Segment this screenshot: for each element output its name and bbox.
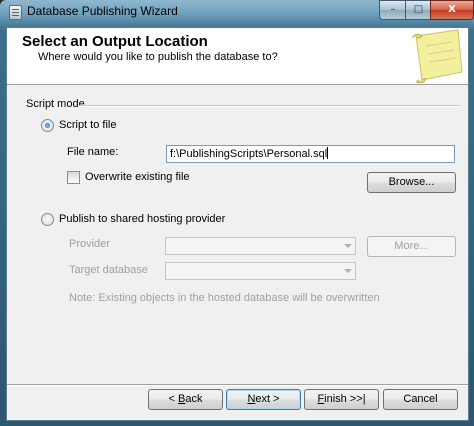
more-button[interactable]: More... bbox=[367, 236, 456, 257]
database-wizard-icon bbox=[9, 5, 22, 20]
text-caret bbox=[327, 147, 329, 159]
target-database-label: Target database bbox=[69, 264, 148, 276]
target-database-dropdown[interactable] bbox=[165, 262, 356, 280]
script-to-file-label[interactable]: Script to file bbox=[59, 119, 116, 131]
minimize-button[interactable]: – bbox=[379, 0, 407, 20]
hosting-provider-radio[interactable] bbox=[41, 213, 54, 226]
page-subtitle: Where would you like to publish the data… bbox=[38, 51, 278, 63]
file-name-value: f:\PublishingScripts\Personal.sql bbox=[170, 148, 328, 160]
window-title: Database Publishing Wizard bbox=[27, 4, 178, 18]
overwrite-checkbox[interactable] bbox=[67, 171, 80, 184]
back-prefix: < bbox=[168, 393, 178, 405]
file-name-input[interactable]: f:\PublishingScripts\Personal.sql bbox=[166, 145, 455, 163]
group-divider bbox=[79, 105, 459, 107]
back-rest: ack bbox=[185, 393, 203, 405]
finish-rest: inish >>| bbox=[324, 393, 366, 405]
wizard-window: Database Publishing Wizard – □ X Select … bbox=[0, 0, 474, 426]
title-bar[interactable]: Database Publishing Wizard – □ X bbox=[0, 0, 474, 24]
chevron-down-icon bbox=[344, 244, 352, 248]
overwrite-label[interactable]: Overwrite existing file bbox=[85, 171, 190, 183]
hosting-provider-label[interactable]: Publish to shared hosting provider bbox=[59, 213, 225, 225]
page-title: Select an Output Location bbox=[22, 33, 208, 50]
script-mode-group-label: Script mode bbox=[26, 98, 89, 110]
footer-divider bbox=[7, 384, 468, 386]
wizard-header: Select an Output Location Where would yo… bbox=[7, 28, 468, 85]
next-rest: ext > bbox=[255, 393, 280, 405]
next-button[interactable]: Next > bbox=[226, 389, 301, 410]
back-button[interactable]: < Back bbox=[148, 389, 223, 410]
cancel-button[interactable]: Cancel bbox=[383, 389, 458, 410]
maximize-button[interactable]: □ bbox=[405, 0, 432, 20]
overwrite-note: Note: Existing objects in the hosted dat… bbox=[69, 292, 380, 304]
close-button[interactable]: X bbox=[430, 0, 474, 20]
provider-dropdown[interactable] bbox=[165, 237, 356, 255]
browse-button[interactable]: Browse... bbox=[367, 172, 456, 193]
provider-label: Provider bbox=[69, 238, 110, 250]
file-name-label: File name: bbox=[67, 146, 119, 158]
finish-button[interactable]: Finish >>| bbox=[304, 389, 379, 410]
chevron-down-icon bbox=[344, 269, 352, 273]
script-to-file-radio[interactable] bbox=[41, 119, 54, 132]
scroll-icon bbox=[411, 29, 463, 84]
wizard-client-area: Select an Output Location Where would yo… bbox=[6, 27, 469, 421]
